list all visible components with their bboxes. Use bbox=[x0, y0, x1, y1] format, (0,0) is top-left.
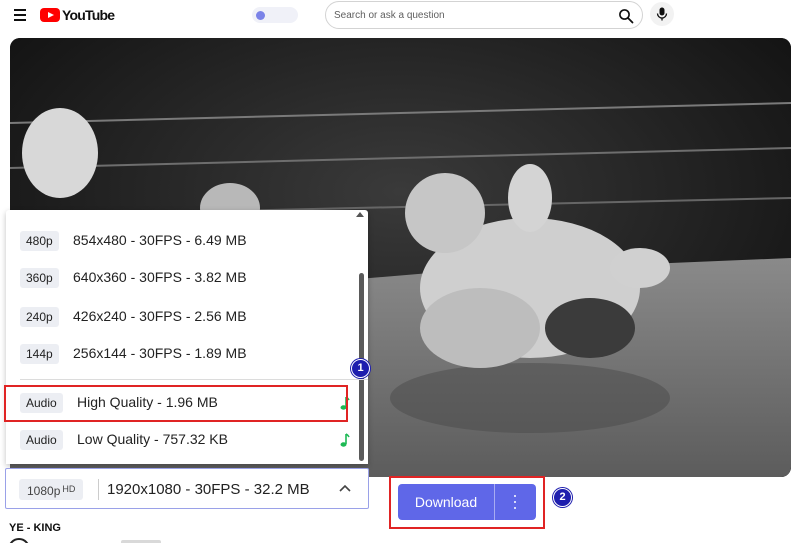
voice-search-button[interactable] bbox=[650, 2, 674, 26]
logo-text: YouTube bbox=[62, 7, 115, 23]
search-box bbox=[325, 1, 643, 29]
quality-option-144p[interactable]: 144p 256x144 - 30FPS - 1.89 MB bbox=[6, 336, 356, 372]
youtube-play-icon bbox=[40, 8, 60, 22]
download-button[interactable]: Download bbox=[398, 484, 494, 520]
quality-label: 640x360 - 30FPS - 3.82 MB bbox=[73, 269, 247, 285]
quality-dropdown: 480p 854x480 - 30FPS - 6.49 MB 360p 640x… bbox=[6, 210, 368, 464]
step-badge-1: 1 bbox=[351, 359, 370, 378]
selected-quality-badge: 1080p HD bbox=[19, 479, 84, 500]
hd-label: HD bbox=[62, 484, 76, 494]
selected-quality-label: 1920x1080 - 30FPS - 32.2 MB bbox=[107, 481, 310, 498]
quality-option-240p[interactable]: 240p 426x240 - 30FPS - 2.56 MB bbox=[6, 299, 356, 335]
quality-option-360p[interactable]: 360p 640x360 - 30FPS - 3.82 MB bbox=[6, 260, 356, 296]
divider bbox=[20, 379, 368, 380]
search-icon[interactable] bbox=[618, 8, 634, 24]
quality-selector[interactable]: 1080p HD 1920x1080 - 30FPS - 32.2 MB bbox=[5, 468, 369, 509]
channel-avatar[interactable] bbox=[8, 538, 30, 543]
more-options-button[interactable] bbox=[495, 484, 536, 520]
quality-badge: 144p bbox=[20, 344, 59, 364]
extension-icon bbox=[256, 10, 265, 20]
microphone-icon bbox=[656, 7, 668, 21]
separator bbox=[98, 479, 99, 500]
audio-option-low[interactable]: Audio Low Quality - 757.32 KB bbox=[6, 422, 356, 458]
quality-badge: 360p bbox=[20, 268, 59, 288]
extension-chip[interactable] bbox=[252, 7, 298, 23]
quality-label: 256x144 - 30FPS - 1.89 MB bbox=[73, 345, 247, 361]
quality-badge: 480p bbox=[20, 231, 59, 251]
audio-label: High Quality - 1.96 MB bbox=[77, 394, 218, 410]
chevron-up-icon[interactable] bbox=[339, 484, 351, 492]
music-note-icon bbox=[340, 433, 350, 447]
quality-option-480p[interactable]: 480p 854x480 - 30FPS - 6.49 MB bbox=[6, 223, 356, 259]
audio-option-high[interactable]: Audio High Quality - 1.96 MB bbox=[6, 385, 356, 421]
search-input[interactable] bbox=[334, 5, 604, 25]
hamburger-menu-icon[interactable] bbox=[14, 8, 28, 22]
quality-label: 854x480 - 30FPS - 6.49 MB bbox=[73, 232, 247, 248]
quality-label: 426x240 - 30FPS - 2.56 MB bbox=[73, 308, 247, 324]
video-title: YE - KING bbox=[9, 522, 61, 534]
badge-text: 1080p bbox=[27, 484, 61, 498]
quality-badge: 240p bbox=[20, 307, 59, 327]
scroll-up-icon[interactable] bbox=[356, 212, 364, 217]
youtube-logo[interactable]: YouTube bbox=[40, 6, 115, 24]
music-note-icon bbox=[340, 396, 350, 410]
step-badge-2: 2 bbox=[553, 488, 572, 507]
audio-badge: Audio bbox=[20, 393, 63, 413]
download-button-group: Download bbox=[398, 484, 536, 520]
audio-label: Low Quality - 757.32 KB bbox=[77, 431, 228, 447]
audio-badge: Audio bbox=[20, 430, 63, 450]
